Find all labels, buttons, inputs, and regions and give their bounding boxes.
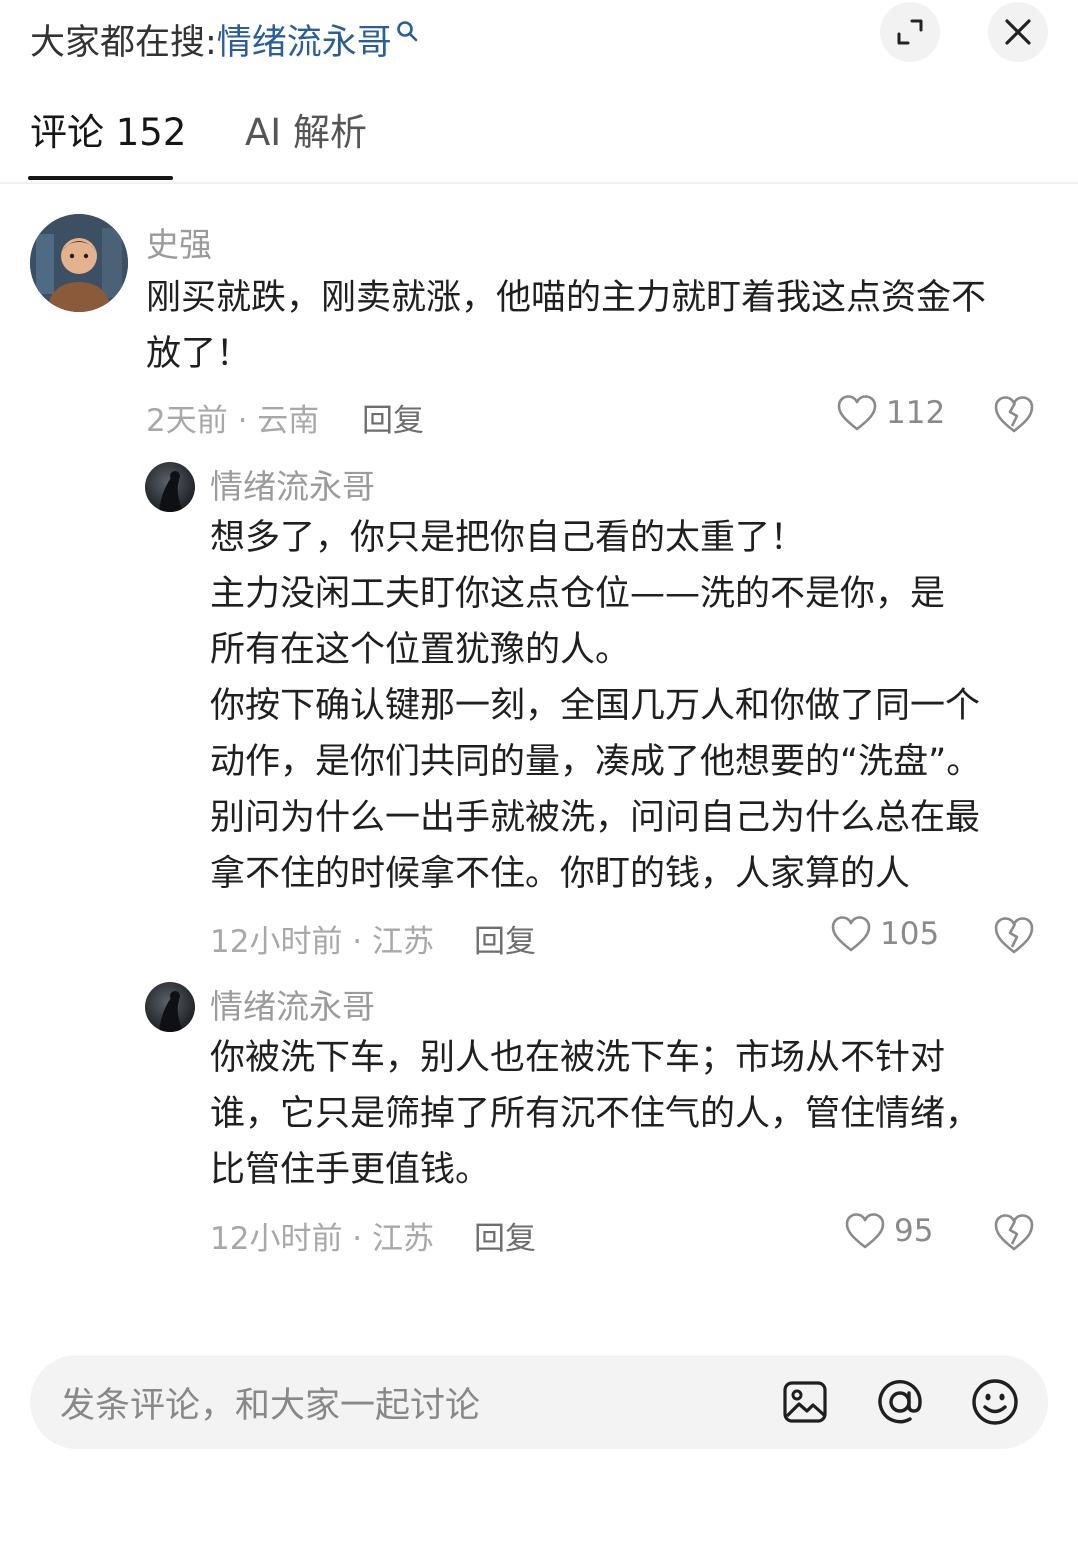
comment-line: 拿不住的时候拿不住。你盯的钱，人家算的人: [210, 854, 911, 894]
comment-line: 别问为什么一出手就被洗，问问自己为什么总在最: [210, 798, 981, 838]
avatar[interactable]: [145, 982, 195, 1032]
search-prefix: 大家都在搜:: [30, 22, 217, 63]
comment-line: 想多了，你只是把你自己看的太重了！: [210, 518, 806, 558]
comment-text: 刚买就跌，刚卖就涨，他喵的主力就盯着我这点资金不 放了！: [146, 270, 986, 382]
like-count: 112: [886, 395, 946, 431]
expand-button[interactable]: [880, 2, 940, 62]
at-icon[interactable]: [875, 1377, 925, 1427]
comment-line: 你按下确认键那一刻，全国几万人和你做了同一个: [210, 686, 981, 726]
comment-line: 动作，是你们共同的量，凑成了他想要的“洗盘”。: [210, 742, 982, 782]
comment-line: 谁，它只是筛掉了所有沉不住气的人，管住情绪，: [210, 1094, 981, 1134]
comment-input[interactable]: 发条评论，和大家一起讨论: [60, 1377, 480, 1428]
broken-heart-icon[interactable]: [992, 1212, 1036, 1252]
comment-line: 放了！: [146, 334, 252, 374]
search-keyword-link[interactable]: 情绪流永哥: [217, 14, 392, 65]
close-button[interactable]: [988, 2, 1048, 62]
emoji-icon[interactable]: [970, 1377, 1020, 1427]
search-icon: [396, 20, 418, 42]
tab-comments[interactable]: 评论 152: [30, 102, 186, 156]
comment-line: 主力没闲工夫盯你这点仓位——洗的不是你，是: [210, 574, 946, 614]
comment-text: 你被洗下车，别人也在被洗下车；市场从不针对 谁，它只是筛掉了所有沉不住气的人，管…: [210, 1030, 980, 1198]
like-button[interactable]: 95: [844, 1212, 933, 1250]
comment-composer[interactable]: 发条评论，和大家一起讨论: [30, 1355, 1048, 1449]
like-count: 95: [894, 1213, 934, 1249]
comment-line: 刚买就跌，刚卖就涨，他喵的主力就盯着我这点资金不: [146, 278, 987, 318]
comment-line: 你被洗下车，别人也在被洗下车；市场从不针对: [210, 1038, 946, 1078]
heart-icon: [837, 395, 877, 431]
comment-text: 想多了，你只是把你自己看的太重了！ 主力没闲工夫盯你这点仓位——洗的不是你，是 …: [210, 510, 981, 902]
active-tab-indicator: [28, 176, 173, 180]
comment-username[interactable]: 史强: [146, 218, 212, 266]
broken-heart-icon[interactable]: [992, 394, 1036, 434]
like-button[interactable]: 112: [836, 394, 945, 432]
comment-meta: 2天前 · 云南: [146, 403, 320, 439]
like-count: 105: [880, 916, 940, 952]
image-icon[interactable]: [780, 1377, 830, 1427]
heart-icon: [831, 916, 871, 952]
avatar[interactable]: [145, 462, 195, 512]
broken-heart-icon[interactable]: [992, 915, 1036, 955]
comment-meta: 12小时前 · 江苏: [210, 924, 435, 960]
like-button[interactable]: 105: [830, 915, 939, 953]
reply-button[interactable]: 回复: [474, 1213, 536, 1258]
tab-ai-analysis[interactable]: AI 解析: [245, 102, 367, 156]
comment-line: 所有在这个位置犹豫的人。: [210, 630, 631, 670]
comment-username[interactable]: 情绪流永哥: [210, 980, 375, 1028]
comment-username[interactable]: 情绪流永哥: [210, 460, 375, 508]
avatar[interactable]: [30, 214, 128, 312]
reply-button[interactable]: 回复: [474, 916, 536, 961]
comment-line: 比管住手更值钱。: [210, 1150, 491, 1190]
tab-bar: 评论 152 AI 解析: [0, 92, 1078, 184]
close-icon: [1005, 19, 1031, 45]
search-suggestion[interactable]: 大家都在搜: 情绪流永哥: [30, 14, 418, 64]
reply-button[interactable]: 回复: [362, 395, 424, 440]
expand-icon: [897, 19, 923, 45]
heart-icon: [845, 1213, 885, 1249]
comment-meta: 12小时前 · 江苏: [210, 1221, 435, 1257]
